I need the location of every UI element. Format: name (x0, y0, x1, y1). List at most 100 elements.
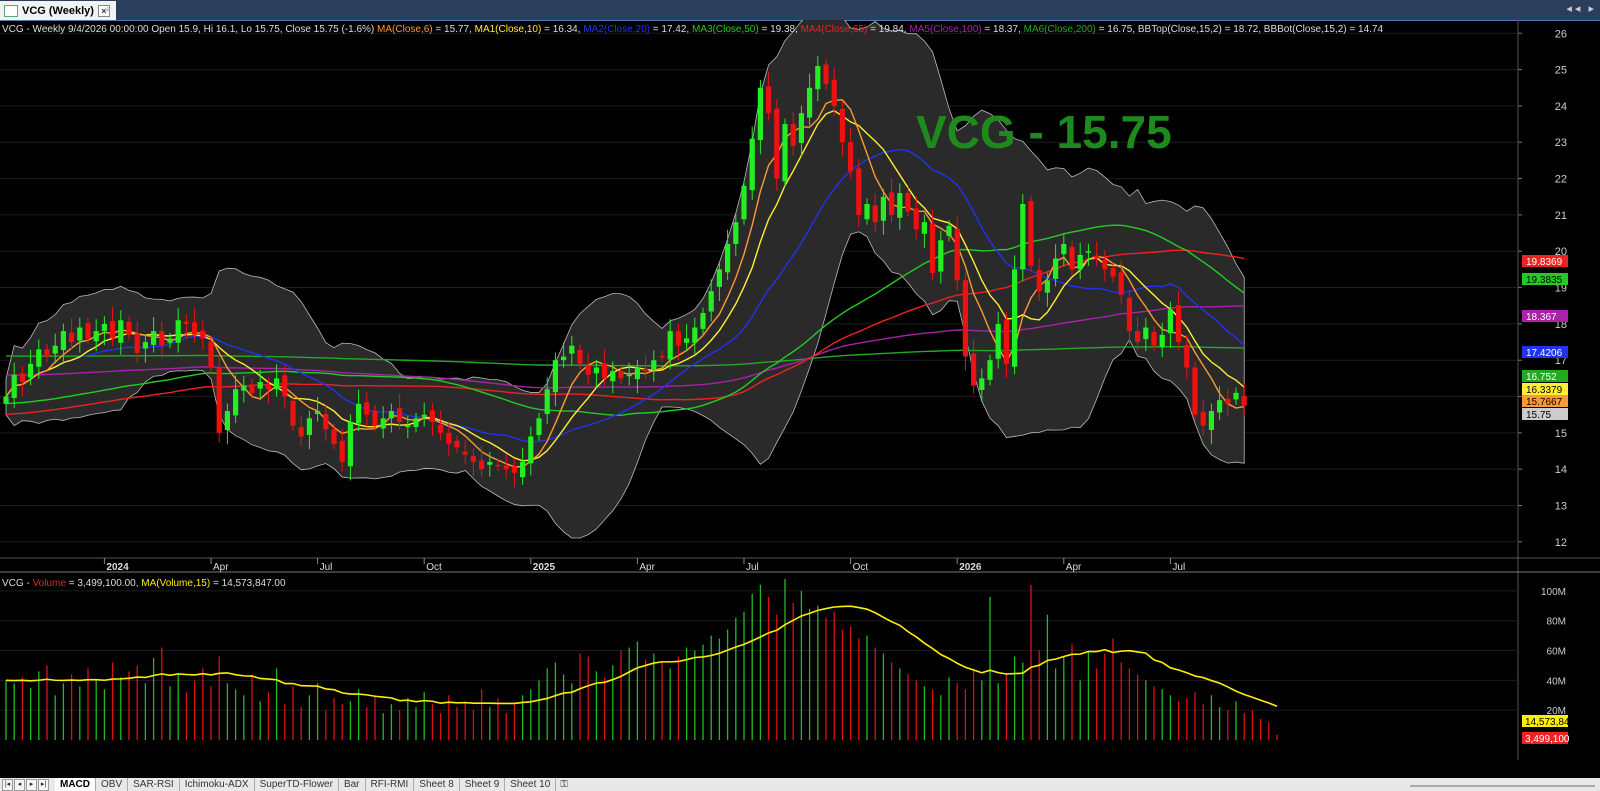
volume-ma-label: MA(Volume,15) (141, 578, 210, 589)
candle (487, 461, 493, 465)
candle (93, 331, 99, 342)
sheet-nav-arrow[interactable]: ◂ (14, 778, 25, 791)
candle (446, 432, 452, 444)
candle (618, 371, 624, 379)
candle (782, 124, 788, 182)
candle (520, 461, 526, 478)
indicator-label: BBTop(Close,15,2) (1138, 24, 1222, 35)
candle (1143, 327, 1149, 340)
candle (561, 356, 567, 361)
volume-tick-label: 80M (1547, 617, 1566, 628)
candle (1003, 319, 1009, 364)
sheet-tab[interactable]: Sheet 9 (460, 778, 506, 791)
candle (790, 124, 796, 146)
horizontal-scrollbar[interactable] (1410, 785, 1595, 787)
candle (675, 331, 681, 346)
indicator-label: BBBot(Close,15,2) (1264, 24, 1347, 35)
candle (265, 384, 271, 390)
candle (766, 86, 772, 114)
price-badge-label: 18.367 (1526, 312, 1557, 323)
candle (380, 418, 386, 429)
tab-navigation: ◂ ◂ ▸ (1566, 2, 1594, 15)
candle (183, 321, 189, 324)
tab-title: VCG (Weekly) (22, 4, 94, 17)
candle (757, 87, 763, 141)
sheet-tabs: MACD OBV SAR-RSI Ichimoku-ADX SuperTD-Flower… (55, 778, 557, 791)
candle (1085, 251, 1091, 253)
indicator-value: = 18.72, (1222, 24, 1264, 35)
candle (864, 204, 870, 220)
pin-icon[interactable]: ⌖ (104, 2, 111, 17)
candle (897, 193, 903, 218)
candle (1176, 304, 1182, 343)
candle (274, 378, 280, 390)
sheet-nav-arrow[interactable]: ▸ (26, 778, 37, 791)
volume-badge-label: 14,573,84 (1525, 717, 1570, 728)
candle (1028, 201, 1034, 266)
sheet-nav-arrow[interactable]: ▸| (38, 778, 49, 791)
candle (856, 168, 862, 215)
candle (339, 440, 345, 462)
candle (889, 192, 895, 215)
chart-icon (4, 4, 18, 17)
volume-ma-value: = 14,573,847.00 (210, 578, 286, 589)
candle (364, 402, 370, 415)
candle (331, 429, 337, 444)
candle (290, 400, 296, 426)
sheet-tab[interactable]: Bar (339, 778, 366, 791)
candle (749, 138, 755, 191)
time-tick-label: Jul (1172, 562, 1185, 573)
candle (700, 312, 706, 329)
candle (323, 413, 329, 430)
candle (282, 375, 288, 397)
sheet-tab[interactable]: Sheet 10 (505, 778, 557, 791)
candle (429, 410, 435, 422)
sheet-nav-arrow[interactable]: |◂ (2, 778, 13, 791)
candle (77, 327, 83, 341)
price-badge-label: 17.4206 (1526, 348, 1563, 359)
candle (602, 363, 608, 379)
candle (28, 363, 34, 378)
candle (1094, 255, 1100, 259)
sheet-tab[interactable]: OBV (96, 778, 129, 791)
candle (692, 327, 698, 343)
candle (495, 464, 501, 467)
time-tick-label: Apr (1066, 562, 1082, 573)
candle (954, 228, 960, 281)
candle (1053, 258, 1059, 279)
time-tick-label: Apr (213, 562, 229, 573)
next-tab-icon[interactable]: ▸ (1588, 2, 1594, 15)
sheet-tab[interactable]: Sheet 8 (414, 778, 460, 791)
candle (233, 389, 239, 416)
candle (1110, 267, 1116, 277)
time-tick-label: Jul (320, 562, 333, 573)
candle (151, 331, 157, 345)
price-pane: 1213141516171819202122232425262024AprJul… (0, 20, 1600, 760)
indicator-value: = 14.74 (1347, 24, 1384, 35)
sheet-tab[interactable]: SAR-RSI (128, 778, 180, 791)
candle (569, 345, 575, 354)
sheet-tab[interactable]: MACD (55, 778, 96, 791)
candle (1241, 395, 1247, 406)
sheet-tab[interactable]: SuperTD-Flower (255, 778, 339, 791)
indicator-value: = 18.37, (982, 24, 1024, 35)
candle (1151, 331, 1157, 346)
sheet-tab[interactable]: RFI-RMI (366, 778, 415, 791)
candle (839, 108, 845, 143)
indicator-value: = 15.77, (433, 24, 475, 35)
candle (667, 331, 673, 360)
candle (19, 373, 25, 382)
lock-icon[interactable]: ⚿ (560, 779, 568, 790)
prev-tab-icon[interactable]: ◂ ◂ (1566, 2, 1580, 15)
candle (421, 414, 427, 417)
sheet-tab[interactable]: Ichimoku-ADX (180, 778, 255, 791)
stock-chart[interactable]: 1213141516171819202122232425262024AprJul… (0, 20, 1600, 778)
candle (1102, 259, 1108, 270)
candle (552, 360, 558, 393)
candle (872, 205, 878, 223)
tab-vcg-weekly[interactable]: VCG (Weekly) × (0, 1, 116, 20)
candle (880, 196, 886, 221)
candle (544, 389, 550, 414)
candle (1020, 204, 1026, 270)
volume-tick-label: 60M (1547, 647, 1566, 658)
